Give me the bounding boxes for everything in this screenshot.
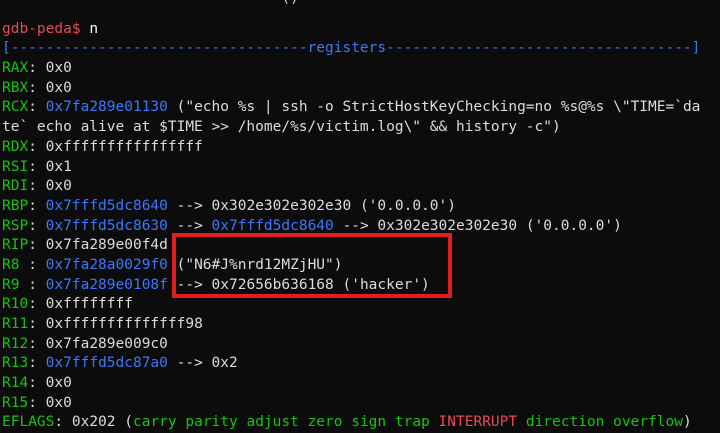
register-row-rbx: RBX: 0x0	[2, 79, 72, 96]
register-name: R11	[2, 316, 29, 332]
register-row-rbp: RBP: 0x7fffd5dc8640 --> 0x302e302e302e30…	[2, 197, 456, 214]
register-name: EFLAGS	[2, 414, 55, 431]
register-row-r10: R10: 0xffffffff	[2, 296, 133, 313]
register-row-rax: RAX: 0x0	[2, 60, 72, 77]
register-pointer: 0x7fa28a0029f0	[45, 256, 168, 273]
register-pointer: 0x7fffd5dc8640	[45, 197, 168, 214]
banner-title: registers	[307, 40, 387, 57]
register-row-rcx-continuation: te` echo alive at $TIME >> /home/%s/vict…	[2, 119, 561, 136]
register-name: R10	[2, 296, 29, 313]
register-name: RBX	[2, 79, 29, 96]
register-pointer: 0x7fffd5dc87a0	[45, 355, 168, 372]
gdb-prompt: gdb-peda$	[2, 20, 81, 37]
register-name: RAX	[2, 60, 29, 77]
register-value: 0x7fa289e009c0	[45, 335, 168, 352]
eflags-clear-flags: carry parity adjust zero sign trap	[132, 414, 430, 431]
register-row-r15: R15: 0x0	[2, 394, 72, 411]
register-row-r11: R11: 0xffffffffffffff98	[2, 316, 203, 332]
registers-banner: [----------------------------------regis…	[2, 40, 701, 57]
register-pointer: 0x7fa289e0108f	[45, 276, 168, 293]
register-value: 0x7fa289e00f4d	[45, 237, 168, 254]
previous-output-fragment: ()	[2, 0, 718, 9]
register-row-r12: R12: 0x7fa289e009c0	[2, 335, 168, 352]
register-deref-value: 0x2	[211, 355, 238, 372]
register-deref-value: 0x302e302e302e30 ('0.0.0.0')	[211, 197, 456, 214]
register-name: R13	[2, 355, 29, 372]
register-value: 0xffffffff	[45, 296, 133, 313]
command-text: n	[89, 20, 99, 37]
register-value: 0x0	[45, 79, 72, 96]
register-name: RSI	[2, 158, 29, 175]
register-deref-value: 0x302e302e302e30 ('0.0.0.0')	[377, 217, 622, 234]
register-row-rsi: RSI: 0x1	[2, 158, 72, 175]
register-value: 0x0	[45, 60, 72, 77]
eflags-set-flag: INTERRUPT	[438, 414, 518, 431]
register-name: RIP	[2, 237, 29, 254]
register-name: RBP	[2, 197, 29, 214]
terminal-window[interactable]: () gdb-peda$ n [------------------------…	[0, 0, 720, 430]
register-value: 0x202	[71, 414, 116, 431]
register-pointer: 0x7fffd5dc8630	[45, 217, 168, 234]
register-pointer: 0x7fa289e01130	[45, 99, 168, 116]
register-row-eflags: EFLAGS: 0x202 (carry parity adjust zero …	[2, 414, 692, 431]
register-row-rcx: RCX: 0x7fa289e01130 ("echo %s | ssh -o S…	[2, 99, 701, 116]
register-name: RCX	[2, 99, 29, 116]
register-row-r14: R14: 0x0	[2, 375, 72, 392]
register-name: R9	[2, 276, 29, 293]
register-row-rdx: RDX: 0xffffffffffffffff	[2, 138, 203, 155]
register-value: 0x0	[45, 394, 72, 411]
register-value: 0xffffffffffffff98	[45, 316, 203, 332]
register-value: 0x1	[45, 158, 72, 175]
register-deref-string: ("echo %s | ssh -o StrictHostKeyChecking…	[167, 99, 701, 116]
register-pointer: 0x7fffd5dc8640	[211, 217, 334, 234]
register-name: RDX	[2, 138, 29, 155]
register-name: RSP	[2, 217, 29, 234]
register-value: 0x0	[45, 178, 72, 195]
register-name: R14	[2, 375, 29, 392]
register-name: RDI	[2, 178, 29, 195]
prompt-line[interactable]: gdb-peda$ n	[2, 20, 718, 40]
register-value: 0x0	[45, 375, 72, 392]
register-name: R12	[2, 335, 29, 352]
register-value: 0xffffffffffffffff	[45, 138, 203, 155]
register-row-rdi: RDI: 0x0	[2, 178, 72, 195]
register-name: R15	[2, 394, 29, 411]
register-name: R8	[2, 256, 29, 273]
register-row-r13: R13: 0x7fffd5dc87a0 --> 0x2	[2, 355, 238, 372]
eflags-clear-flags-2: direction overflow	[525, 414, 683, 431]
highlight-annotation-box	[172, 233, 452, 298]
